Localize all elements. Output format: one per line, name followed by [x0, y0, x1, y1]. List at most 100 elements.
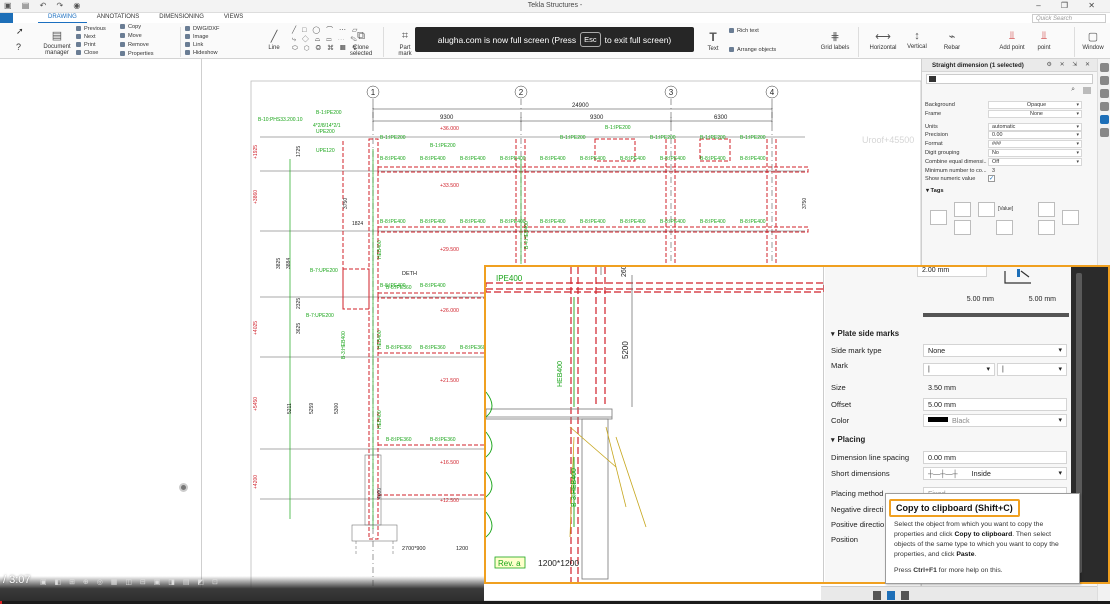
tag-box[interactable] — [954, 220, 971, 236]
properties-icon[interactable] — [1100, 63, 1109, 72]
offset-row: Offset 5.00 mm — [831, 398, 1069, 412]
print-button[interactable]: Print — [76, 42, 96, 48]
rich-text-button[interactable]: Rich text — [729, 28, 759, 34]
background-select[interactable]: Opaque ▾ — [988, 101, 1082, 109]
digit-grouping-select[interactable]: No ▾ — [988, 148, 1082, 157]
select-arrow-icon[interactable]: ➚ — [16, 26, 24, 37]
properties-header: Straight dimension (1 selected) ⚙ ✕ ⇲ ✕ — [922, 59, 1097, 72]
tag-box[interactable] — [978, 202, 995, 218]
svg-text:+36.000: +36.000 — [440, 126, 459, 132]
short-dimensions-row: Short dimensions ┼—┼—┼ Inside ▾ — [831, 467, 1069, 481]
text-button[interactable]: T Text — [703, 30, 723, 52]
tab-dimensioning[interactable]: DIMENSIONING — [149, 13, 214, 23]
mark-right-select[interactable]: | ▾ — [997, 363, 1067, 376]
units-select[interactable]: automatic ▾ — [988, 122, 1082, 131]
tag-box[interactable] — [1038, 220, 1055, 236]
copy-button[interactable]: Copy — [120, 24, 141, 30]
move-button[interactable]: Move — [120, 33, 142, 39]
ribbon-separator — [383, 27, 384, 57]
minimum-input[interactable]: 3 — [988, 167, 1082, 175]
chevron-down-icon: ▾ — [1076, 123, 1079, 130]
clone-icon: ⧉ — [357, 30, 365, 42]
fullscreen-notice: alugha.com is now full screen (Press Esc… — [415, 27, 694, 52]
svg-text:B-7:UPE200: B-7:UPE200 — [306, 313, 334, 319]
rebar-dim-button[interactable]: ⌁ Rebar — [941, 30, 963, 51]
paste-icon[interactable] — [873, 591, 881, 600]
mark-left-select[interactable]: | ▾ — [923, 363, 995, 376]
precision-select[interactable]: 0.00 ▾ — [988, 131, 1082, 140]
left-levels: +1925 +3860 +4025 +5450 +4200 — [253, 145, 259, 489]
frame-select[interactable]: None ▾ — [988, 109, 1082, 118]
document-manager-button[interactable]: ▤ Document manager — [42, 29, 72, 56]
tab-drawing[interactable]: DRAWING — [38, 13, 87, 23]
footing-size: 2700*900 — [402, 546, 426, 552]
plate-side-marks-header[interactable]: ▾ Plate side marks — [831, 329, 899, 338]
list-icon[interactable] — [1100, 128, 1109, 137]
svg-text:+16.500: +16.500 — [440, 460, 459, 466]
part-mark-button[interactable]: ⌗ Part mark — [393, 30, 417, 57]
combine-select[interactable]: Off ▾ — [988, 157, 1082, 166]
previous-button[interactable]: Previous — [76, 26, 106, 32]
next-button[interactable]: Next — [76, 34, 96, 40]
tag-box[interactable] — [930, 210, 947, 226]
gear-icon[interactable] — [1100, 115, 1109, 124]
dwg-icon — [185, 26, 190, 31]
link-button[interactable]: Link — [185, 42, 203, 48]
horizontal-dim-button[interactable]: ⟷ Horizontal — [868, 30, 898, 51]
layers-icon[interactable] — [1100, 76, 1109, 85]
properties-search[interactable]: ⌕ — [926, 86, 1093, 95]
status-bar-tools[interactable]: ▣ ◧ ⊞ ⊕ ◎ ▦ ◫ ⊟ ▣ ◨ ▤ ◩ ⊡ — [40, 578, 221, 586]
offset-input[interactable]: 5.00 mm — [923, 398, 1067, 411]
dwg-dxf-button[interactable]: DWG/DXF — [185, 26, 219, 32]
hideshow-button[interactable]: Hideshow — [185, 50, 218, 56]
tab-annotations[interactable]: ANNOTATIONS — [87, 13, 149, 23]
size-input[interactable]: 3.50 mm — [923, 381, 1067, 394]
show-numeric-checkbox[interactable]: ✓ — [988, 175, 995, 183]
format-select[interactable]: ### ▾ — [988, 140, 1082, 149]
prop-row-minimum: Minimum number to co... 3 — [922, 167, 1097, 176]
remove-button[interactable]: Remove — [120, 42, 149, 48]
add-point-button[interactable]: ⫫ Add point — [998, 30, 1026, 51]
side-mark-type-select[interactable]: None ▾ — [923, 344, 1067, 357]
filter-icon[interactable] — [1083, 87, 1091, 94]
tag-box[interactable] — [954, 202, 971, 218]
short-dimensions-select[interactable]: ┼—┼—┼ Inside ▾ — [923, 467, 1067, 480]
properties-selector[interactable] — [926, 74, 1093, 84]
back-arrow-icon[interactable] — [929, 76, 936, 82]
tags-section-header[interactable]: ▾ Tags — [922, 184, 1097, 194]
close-button[interactable]: Close — [76, 50, 98, 56]
delete-icon[interactable] — [901, 591, 909, 600]
vertical-dim-button[interactable]: ↕ Vertical — [905, 30, 929, 50]
tag-box[interactable] — [1062, 210, 1079, 226]
left-offset-field[interactable]: 5.00 mm — [917, 293, 1003, 306]
color-select[interactable]: Black ▾ — [923, 414, 1067, 427]
search-icon[interactable]: ⌕ — [1071, 86, 1075, 94]
preview-slider[interactable] — [923, 313, 1069, 317]
line-button[interactable]: ╱ Line — [264, 30, 284, 51]
window-controls[interactable]: – ❐ ✕ — [1036, 1, 1104, 10]
tab-views[interactable]: VIEWS — [214, 13, 253, 23]
tag-box[interactable] — [1038, 202, 1055, 218]
image-button[interactable]: Image — [185, 34, 209, 40]
arrange-objects-button[interactable]: Arrange objects — [729, 47, 776, 53]
text-height-field[interactable]: 2.00 mm — [917, 267, 987, 277]
settings-icon[interactable] — [1100, 102, 1109, 111]
help-arrow-icon[interactable]: ? — [16, 42, 21, 52]
chevron-down-icon: ▾ — [1076, 141, 1079, 148]
tag-box[interactable] — [996, 220, 1013, 236]
clone-selected-button[interactable]: ⧉ Clone selected — [343, 30, 379, 57]
catalog-icon[interactable] — [1100, 89, 1109, 98]
placing-header[interactable]: ▾ Placing — [831, 435, 865, 444]
dimension-line-spacing-input[interactable]: 0.00 mm — [923, 451, 1067, 464]
grid-labels-button[interactable]: ⋕ Grid labels — [820, 30, 850, 51]
window-button[interactable]: ▢ Window — [1080, 30, 1106, 51]
remove-point-button[interactable]: ⫫ point — [1034, 30, 1054, 51]
svg-text:B-1:IPE200: B-1:IPE200 — [380, 135, 406, 141]
close-icon — [76, 50, 81, 55]
chevron-down-icon: ▾ — [1076, 110, 1079, 117]
quick-search-input[interactable]: Quick Search — [1032, 14, 1106, 23]
properties-button[interactable]: Properties — [120, 51, 154, 57]
panel-controls[interactable]: ⚙ ✕ ⇲ ✕ — [1047, 61, 1093, 68]
right-offset-field[interactable]: 5.00 mm — [1007, 293, 1063, 306]
copy-clipboard-icon[interactable] — [887, 591, 895, 600]
